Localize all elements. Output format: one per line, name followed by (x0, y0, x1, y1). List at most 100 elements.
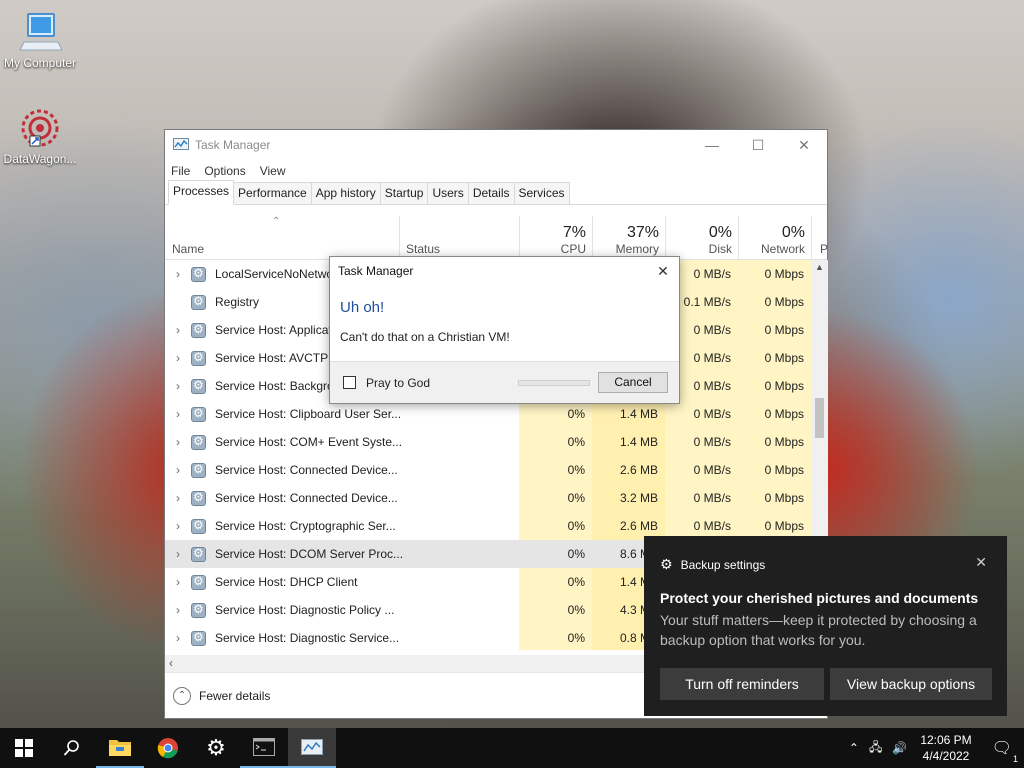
notification-center-icon[interactable]: 🗨 1 (980, 738, 1024, 764)
expand-chevron-icon[interactable]: › (165, 491, 191, 505)
tab-startup[interactable]: Startup (379, 182, 429, 204)
expand-chevron-icon[interactable]: › (165, 603, 191, 617)
column-disk[interactable]: 0% Disk (665, 216, 738, 260)
disk-cell: 0 MB/s (665, 484, 738, 512)
column-status[interactable]: Status (399, 216, 519, 260)
column-name[interactable]: Name (165, 216, 399, 260)
menu-view[interactable]: View (260, 164, 286, 178)
column-power[interactable]: P (811, 216, 828, 260)
process-icon (191, 294, 206, 310)
column-network[interactable]: 0% Network (738, 216, 811, 260)
table-row[interactable]: › Service Host: COM+ Event Syste... 0%1.4 … (165, 428, 811, 456)
dialog-title-bar[interactable]: Task Manager ✕ (330, 257, 679, 285)
chrome-icon (157, 738, 178, 759)
process-icon (191, 350, 206, 366)
process-name: Service Host: Connected Device... (215, 463, 398, 477)
process-icon (191, 406, 206, 422)
cpu-cell: 0% (519, 456, 592, 484)
cancel-button[interactable]: Cancel (598, 372, 668, 393)
taskbar-task-manager[interactable] (288, 728, 336, 768)
table-row[interactable]: › Service Host: Connected Device... 0%2.6 … (165, 456, 811, 484)
toast-close-icon[interactable]: ✕ (975, 554, 987, 571)
progress-bar (518, 379, 590, 386)
taskbar-settings[interactable]: ⚙ (192, 728, 240, 768)
process-icon (191, 462, 206, 478)
table-row[interactable]: › Service Host: Connected Device... 0%3.2 … (165, 484, 811, 512)
clock-time: 12:06 PM (920, 733, 972, 747)
show-hidden-icons-icon[interactable]: ⌃ (844, 741, 864, 755)
taskbar: ⚙ ⌃ 🖧 🔊 12:06 PM 4/4/2022 🗨 1 (0, 728, 1024, 768)
tab-details[interactable]: Details (467, 182, 515, 204)
process-name: Service Host: Connected Device... (215, 491, 398, 505)
turn-off-reminders-button[interactable]: Turn off reminders (660, 668, 824, 700)
process-icon (191, 630, 206, 646)
desktop-icon-datawagon[interactable]: DataWagon... (0, 106, 80, 166)
maximize-button[interactable]: ☐ (735, 130, 781, 160)
expand-chevron-icon[interactable]: › (165, 463, 191, 477)
desktop-icon-my-computer[interactable]: My Computer (0, 10, 80, 70)
folder-icon (109, 740, 131, 756)
taskbar-command-prompt[interactable] (240, 728, 288, 768)
menu-options[interactable]: Options (204, 164, 245, 178)
minimize-button[interactable]: — (689, 130, 735, 160)
error-dialog: Task Manager ✕ Uh oh! Can't do that on a… (329, 256, 680, 404)
cpu-cell: 0% (519, 400, 592, 428)
process-icon (191, 378, 206, 394)
taskbar-file-explorer[interactable] (96, 728, 144, 768)
network-icon[interactable]: 🖧 (864, 738, 887, 759)
gear-icon: ⚙ (660, 556, 673, 572)
table-row[interactable]: › Service Host: Clipboard User Ser... 0%1.… (165, 400, 811, 428)
expand-chevron-icon[interactable]: › (165, 267, 191, 281)
close-button[interactable]: ✕ (781, 130, 827, 160)
memory-cell: 2.6 MB (592, 456, 665, 484)
scroll-up-icon[interactable]: ▲ (815, 262, 824, 272)
expand-chevron-icon[interactable]: › (165, 547, 191, 561)
search-button[interactable] (48, 728, 96, 768)
expand-chevron-icon[interactable]: › (165, 351, 191, 365)
taskbar-chrome[interactable] (144, 728, 192, 768)
expand-chevron-icon[interactable]: › (165, 323, 191, 337)
tab-services[interactable]: Services (513, 182, 570, 204)
network-cell: 0 Mbps (738, 484, 811, 512)
expand-chevron-icon[interactable]: › (165, 575, 191, 589)
process-icon (191, 602, 206, 618)
scrollbar-thumb[interactable] (815, 398, 824, 438)
tab-processes[interactable]: Processes (168, 180, 235, 205)
process-name: Service Host: Diagnostic Policy ... (215, 603, 395, 617)
toast-body: Your stuff matters—keep it protected by … (660, 612, 977, 648)
volume-icon[interactable]: 🔊 (887, 741, 912, 755)
column-cpu[interactable]: 7% CPU (519, 216, 592, 260)
expand-chevron-icon[interactable]: › (165, 631, 191, 645)
disk-cell: 0 MB/s (665, 400, 738, 428)
expand-chevron-icon[interactable]: › (165, 407, 191, 421)
network-cell: 0 Mbps (738, 288, 811, 316)
pray-checkbox-label[interactable]: Pray to God (366, 376, 430, 390)
scroll-left-icon[interactable]: ‹ (169, 656, 173, 670)
clock[interactable]: 12:06 PM 4/4/2022 (912, 732, 979, 764)
dialog-footer: Pray to God Cancel (330, 361, 679, 403)
start-button[interactable] (0, 728, 48, 768)
dialog-close-icon[interactable]: ✕ (647, 263, 679, 280)
backup-toast: ⚙ Backup settings ✕ Protect your cherish… (644, 536, 1007, 716)
cpu-cell: 0% (519, 428, 592, 456)
tab-performance[interactable]: Performance (233, 182, 312, 204)
process-icon (191, 490, 206, 506)
network-cell: 0 Mbps (738, 428, 811, 456)
tab-strip: Processes Performance App history Startu… (165, 180, 827, 205)
chevron-up-icon: ⌃ (173, 686, 191, 705)
tab-app-history[interactable]: App history (310, 182, 381, 204)
menu-file[interactable]: File (171, 164, 190, 178)
expand-chevron-icon[interactable]: › (165, 379, 191, 393)
view-backup-options-button[interactable]: View backup options (830, 668, 992, 700)
column-memory[interactable]: 37% Memory (592, 216, 665, 260)
title-bar[interactable]: Task Manager — ☐ ✕ (165, 130, 827, 160)
disk-cell: 0 MB/s (665, 456, 738, 484)
notification-count: 1 (1012, 754, 1018, 764)
settings-gear-icon: ⚙ (206, 735, 226, 760)
tab-users[interactable]: Users (427, 182, 469, 204)
expand-chevron-icon[interactable]: › (165, 435, 191, 449)
pray-checkbox[interactable] (343, 376, 356, 389)
terminal-icon (253, 738, 275, 756)
expand-chevron-icon[interactable]: › (165, 519, 191, 533)
disk-cell: 0 MB/s (665, 428, 738, 456)
